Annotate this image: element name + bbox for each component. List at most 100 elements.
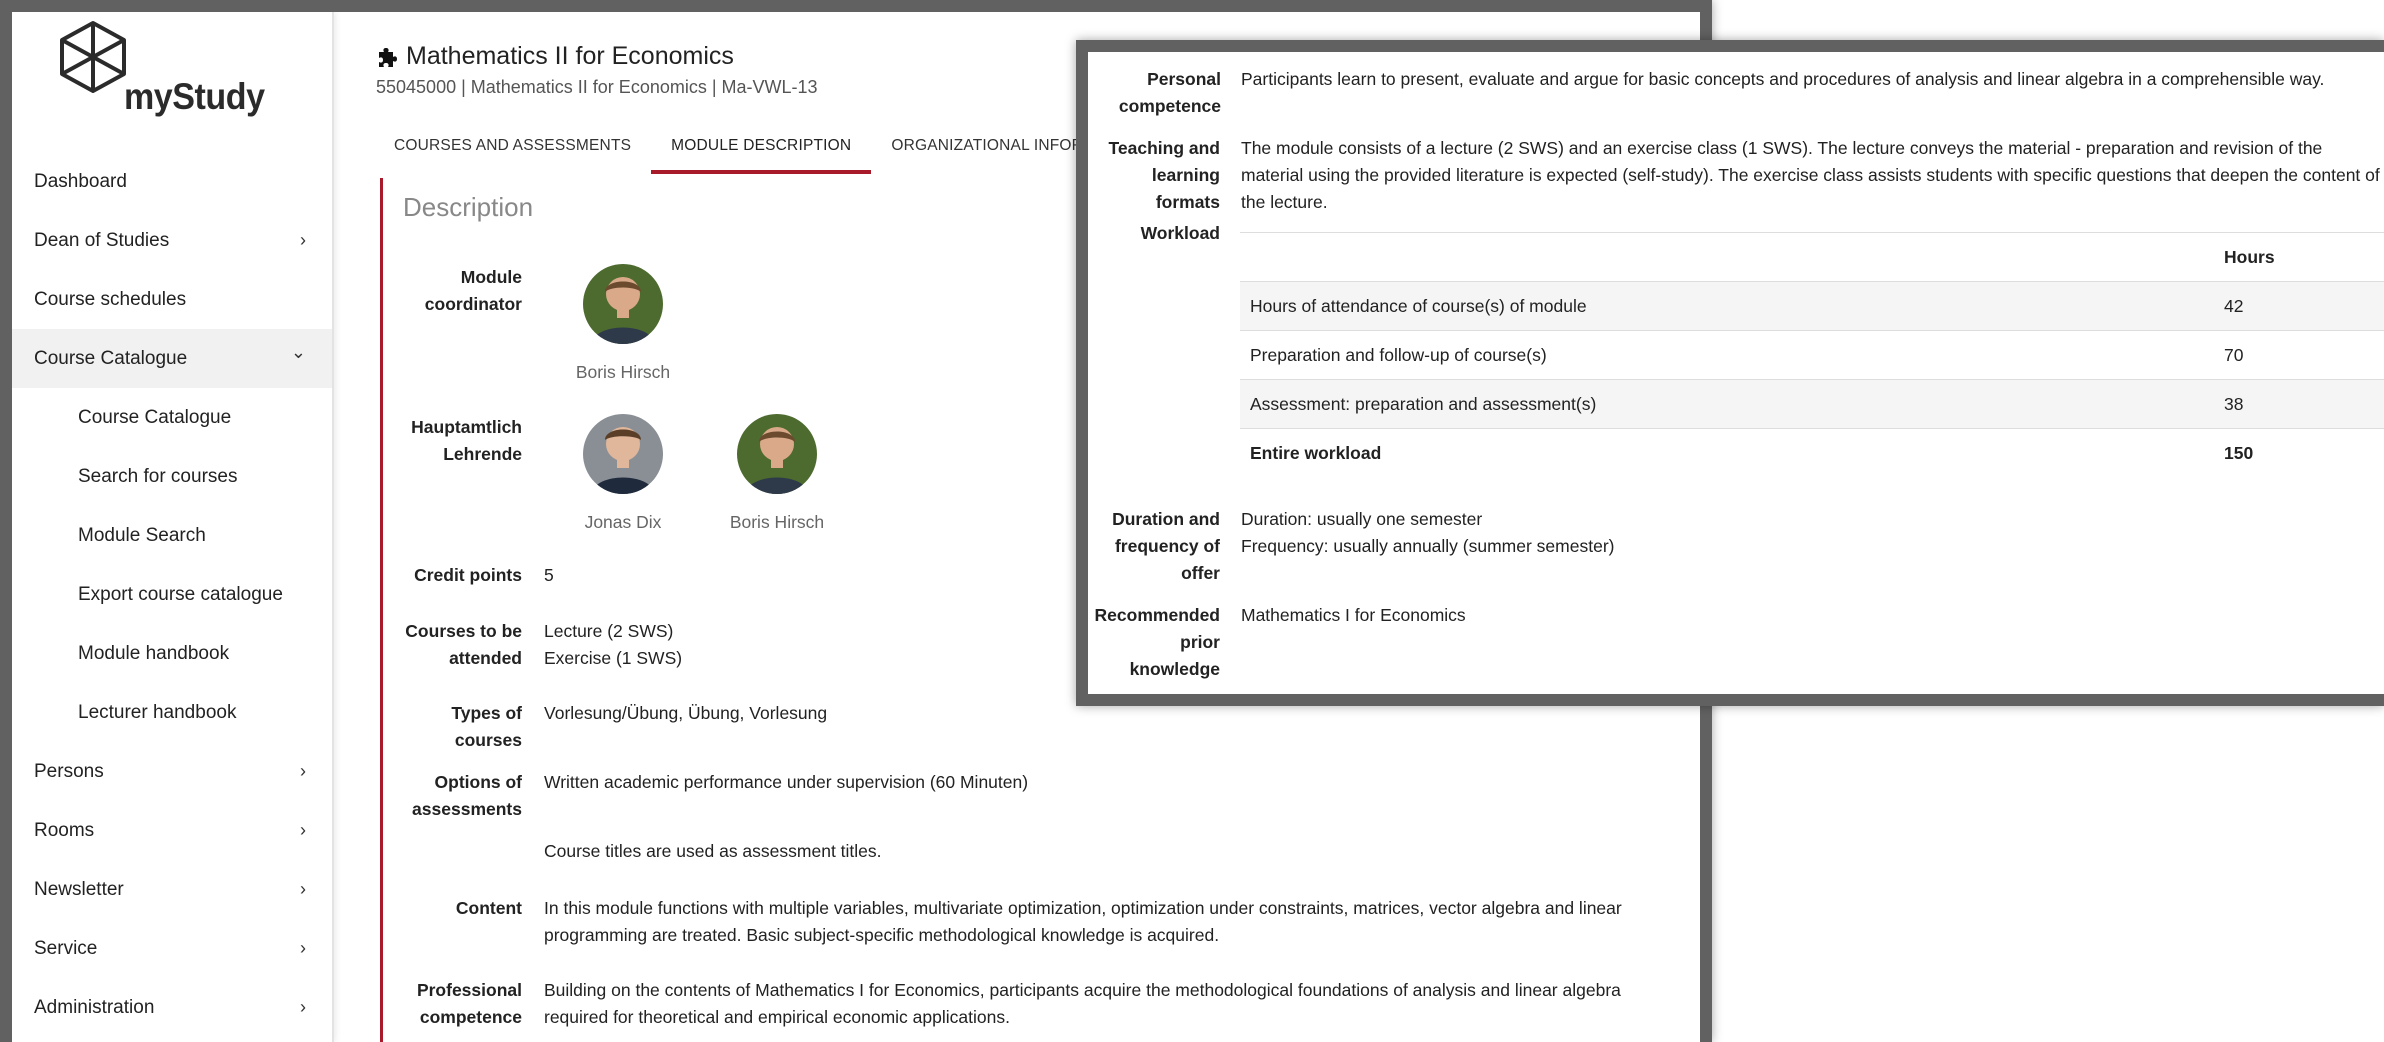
sidebar-item-service[interactable]: Service › [12, 919, 332, 978]
person-card[interactable]: Jonas Dix [575, 414, 671, 536]
assessments-value: Written academic performance under super… [544, 772, 1029, 792]
hours-header: Hours [2224, 246, 2275, 267]
sidebar-item-dashboard[interactable]: Dashboard [12, 152, 332, 211]
sidebar-item-administration[interactable]: Administration › [12, 978, 332, 1037]
workload-item: Hours of attendance of course(s) of modu… [1250, 295, 1587, 316]
sidebar-item-label: Rooms [34, 820, 95, 841]
section-title: Description [403, 192, 534, 222]
content-value: In this module functions with multiple v… [544, 898, 1622, 945]
sidebar-subitem-export-course-catalogue[interactable]: Export course catalogue [12, 565, 332, 624]
workload-hours: 70 [2224, 344, 2244, 365]
sidebar-item-label: Newsletter [34, 879, 124, 900]
professional-competence-value: Building on the contents of Mathematics … [544, 980, 1621, 1027]
teaching-formats-value: The module consists of a lecture (2 SWS)… [1241, 138, 2380, 212]
professional-competence-row: Professional competence Building on the … [383, 977, 1683, 1031]
duration-label: Duration and frequency of offer [1112, 509, 1220, 583]
lecturers-label: Hauptamtlich Lehrende [411, 417, 522, 464]
chevron-right-icon: › [300, 879, 306, 899]
chevron-right-icon: › [300, 997, 306, 1017]
workload-label: Workload [1140, 223, 1220, 243]
sidebar-item-label: Module handbook [78, 643, 230, 664]
sidebar-item-course-schedules[interactable]: Course schedules [12, 270, 332, 329]
avatar [583, 264, 663, 344]
sidebar-item-label: Search for courses [78, 466, 238, 487]
workload-table: Hours Hours of attendance of course(s) o… [1240, 232, 2384, 478]
workload-item: Assessment: preparation and assessment(s… [1250, 393, 1597, 414]
sidebar: myStudy Dashboard Dean of Studies › Cours… [12, 12, 334, 1042]
teaching-formats-label: Teaching and learning formats [1108, 138, 1221, 212]
chevron-down-icon: ⌄ [290, 342, 306, 362]
tab-module-description[interactable]: MODULE DESCRIPTION [651, 118, 872, 174]
sidebar-item-label: Module Search [78, 525, 206, 546]
page-subtitle: 55045000 | Mathematics II for Economics … [376, 77, 818, 97]
personal-competence-value: Participants learn to present, evaluate … [1241, 69, 2325, 89]
mystudy-logo[interactable]: myStudy [58, 20, 265, 130]
sidebar-item-newsletter[interactable]: Newsletter › [12, 860, 332, 919]
sidebar-item-label: Lecturer handbook [78, 702, 237, 723]
workload-item: Entire workload [1250, 442, 1382, 463]
courses-label: Courses to be attended [405, 621, 522, 668]
sidebar-item-rooms[interactable]: Rooms › [12, 801, 332, 860]
sidebar-subitem-lecturer-handbook[interactable]: Lecturer handbook [12, 683, 332, 742]
person-card[interactable]: Boris Hirsch [729, 414, 825, 536]
credit-points-label: Credit points [414, 565, 522, 585]
person-name: Boris Hirsch [729, 512, 825, 532]
prior-knowledge-label: Recommended prior knowledge [1094, 605, 1220, 679]
workload-item: Preparation and follow-up of course(s) [1250, 344, 1547, 365]
content-label: Content [455, 898, 522, 918]
sidebar-nav: Dashboard Dean of Studies › Course schedu… [12, 152, 332, 1037]
table-row: Hours of attendance of course(s) of modu… [1240, 281, 2384, 331]
person-card[interactable]: Boris Hirsch [575, 264, 671, 386]
page-header: Mathematics II for Economics 55045000 | … [376, 42, 818, 98]
sidebar-item-label: Dashboard [34, 171, 127, 192]
assessments-label: Options of assessments [412, 772, 522, 819]
workload-hours: 150 [2224, 442, 2254, 463]
sidebar-item-label: Export course catalogue [78, 584, 283, 605]
sidebar-item-label: Administration [34, 997, 155, 1018]
sidebar-item-label: Persons [34, 761, 104, 782]
sidebar-subitem-search-for-courses[interactable]: Search for courses [12, 447, 332, 506]
types-row: Types of courses Vorlesung/Übung, Übung,… [383, 700, 1683, 754]
logo-text: myStudy [124, 76, 265, 117]
chevron-right-icon: › [300, 820, 306, 840]
sidebar-subitem-course-catalogue[interactable]: Course Catalogue [12, 388, 332, 447]
chevron-right-icon: › [300, 761, 306, 781]
sidebar-item-label: Course Catalogue [78, 407, 232, 428]
assessments-row: Options of assessments Written academic … [383, 769, 1683, 861]
chevron-right-icon: › [300, 230, 306, 250]
tab-courses-and-assessments[interactable]: COURSES AND ASSESSMENTS [374, 118, 651, 174]
duration-line: Duration: usually one semester [1241, 509, 1483, 529]
avatar [737, 414, 817, 494]
page-title: Mathematics II for Economics [376, 42, 818, 71]
puzzle-icon [379, 47, 397, 67]
sidebar-item-course-catalogue[interactable]: Course Catalogue ⌄ [12, 329, 332, 388]
table-row-total: Entire workload 150 [1240, 428, 2384, 478]
types-label: Types of courses [451, 703, 522, 750]
chevron-right-icon: › [300, 938, 306, 958]
sidebar-item-label: Course schedules [34, 289, 187, 310]
tab-bar: COURSES AND ASSESSMENTS MODULE DESCRIPTI… [374, 118, 1163, 174]
content-row: Content In this module functions with mu… [383, 895, 1683, 945]
sidebar-item-label: Service [34, 938, 98, 959]
person-name: Boris Hirsch [575, 362, 671, 382]
person-name: Jonas Dix [584, 512, 662, 532]
table-header-row: Hours [1240, 232, 2384, 282]
overlay-window: Personal competence Participants learn t… [1076, 40, 2384, 706]
workload-hours: 38 [2224, 393, 2244, 414]
sidebar-subitem-module-handbook[interactable]: Module handbook [12, 624, 332, 683]
sidebar-item-persons[interactable]: Persons › [12, 742, 332, 801]
prior-knowledge-value: Mathematics I for Economics [1241, 605, 1466, 625]
professional-competence-label: Professional competence [416, 980, 522, 1027]
workload-hours: 42 [2224, 295, 2244, 316]
sidebar-item-label: Course Catalogue [34, 348, 188, 369]
sidebar-item-dean-of-studies[interactable]: Dean of Studies › [12, 211, 332, 270]
sidebar-subitem-module-search[interactable]: Module Search [12, 506, 332, 565]
sidebar-item-label: Dean of Studies [34, 230, 170, 251]
page-title-text: Mathematics II for Economics [406, 42, 734, 70]
avatar [583, 414, 663, 494]
table-row: Assessment: preparation and assessment(s… [1240, 379, 2384, 429]
workload-item-header [1240, 233, 2214, 282]
module-coordinator-label: Module coordinator [424, 267, 522, 314]
table-row: Preparation and follow-up of course(s) 7… [1240, 330, 2384, 380]
assessments-note: Course titles are used as assessment tit… [544, 841, 882, 861]
